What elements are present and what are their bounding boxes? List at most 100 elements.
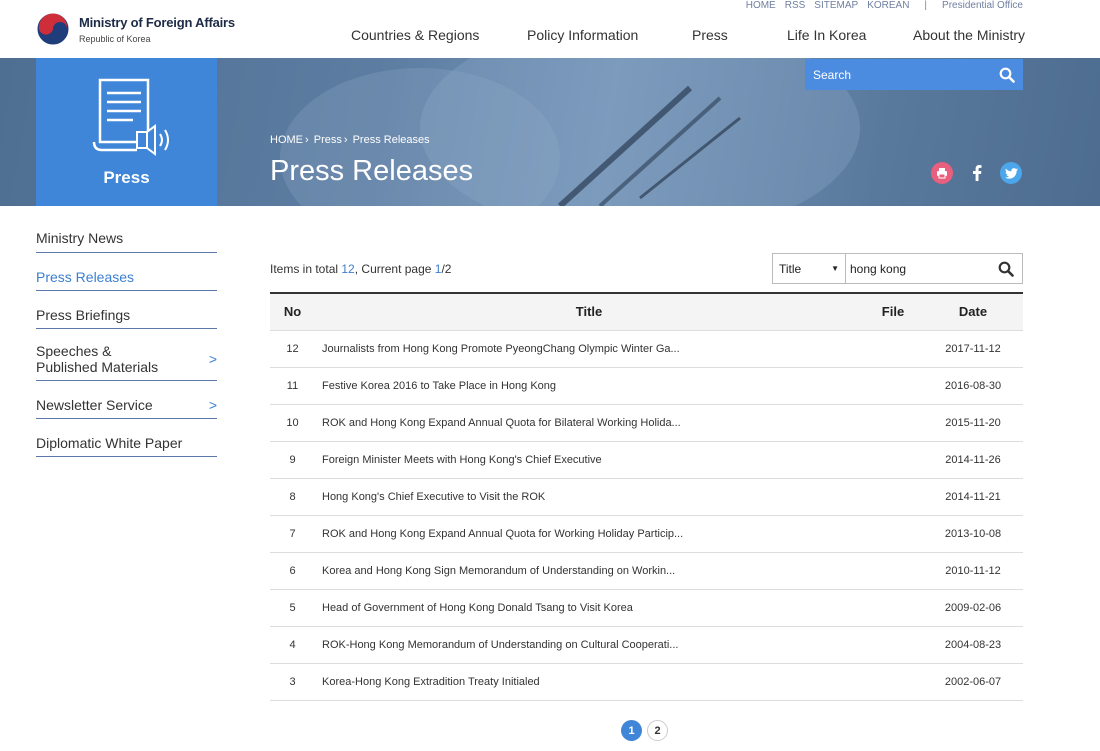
keyword-search-button[interactable] xyxy=(990,254,1022,283)
section-label: Press xyxy=(103,168,150,187)
row-number: 6 xyxy=(270,552,315,590)
util-home-link[interactable]: HOME xyxy=(746,0,776,11)
breadcrumb-current: Press Releases xyxy=(352,134,430,146)
row-title-link[interactable]: ROK-Hong Kong Memorandum of Understandin… xyxy=(315,626,863,664)
print-icon xyxy=(937,168,947,179)
breadcrumb-home[interactable]: HOME xyxy=(270,134,303,146)
list-search-filter: Title ▼ xyxy=(772,253,1023,284)
sidebar-item-press-briefings[interactable]: Press Briefings xyxy=(36,291,217,329)
table-row[interactable]: 6 Korea and Hong Kong Sign Memorandum of … xyxy=(270,552,1023,590)
sidebar-item-newsletter[interactable]: Newsletter Service > xyxy=(36,381,217,419)
column-header-no: No xyxy=(270,293,315,331)
page-1-button[interactable]: 1 xyxy=(621,720,642,741)
sidebar-item-ministry-news[interactable]: Ministry News xyxy=(36,226,217,253)
site-search-box[interactable] xyxy=(805,59,1023,90)
breadcrumb-separator: › xyxy=(343,134,348,146)
column-header-title: Title xyxy=(315,293,863,331)
table-row[interactable]: 11 Festive Korea 2016 to Take Place in Ho… xyxy=(270,367,1023,405)
twitter-icon xyxy=(1004,167,1018,179)
table-row[interactable]: 8 Hong Kong's Chief Executive to Visit th… xyxy=(270,478,1023,516)
list-count-info: Items in total 12, Current page 1/2 xyxy=(270,262,451,276)
row-title-link[interactable]: Journalists from Hong Kong Promote Pyeon… xyxy=(315,330,863,368)
table-row[interactable]: 10 ROK and Hong Kong Expand Annual Quota … xyxy=(270,404,1023,442)
utility-links: HOME RSS SITEMAP KOREAN | Presidential O… xyxy=(746,0,1023,11)
row-number: 10 xyxy=(270,404,315,442)
nav-about-ministry[interactable]: About the Ministry xyxy=(913,27,1025,43)
row-date: 2009-02-06 xyxy=(923,589,1023,627)
row-title-link[interactable]: Foreign Minister Meets with Hong Kong's … xyxy=(315,441,863,479)
search-icon xyxy=(998,261,1014,277)
total-count: 12 xyxy=(341,262,355,276)
row-date: 2004-08-23 xyxy=(923,626,1023,664)
row-number: 3 xyxy=(270,663,315,701)
row-title-link[interactable]: Korea-Hong Kong Extradition Treaty Initi… xyxy=(315,663,863,701)
sidebar-item-label: Press Briefings xyxy=(36,306,131,323)
row-number: 12 xyxy=(270,330,315,368)
sidebar-item-label: Speeches & Published Materials xyxy=(36,342,159,375)
row-title-link[interactable]: Head of Government of Hong Kong Donald T… xyxy=(315,589,863,627)
util-sitemap-link[interactable]: SITEMAP xyxy=(814,0,858,11)
row-date: 2016-08-30 xyxy=(923,367,1023,405)
table-row[interactable]: 3 Korea-Hong Kong Extradition Treaty Init… xyxy=(270,663,1023,701)
page-banner: Press HOME › Press › Press Releases Press … xyxy=(0,58,1100,206)
table-row[interactable]: 9 Foreign Minister Meets with Hong Kong's… xyxy=(270,441,1023,479)
site-search-input[interactable] xyxy=(813,67,973,82)
page-2-button[interactable]: 2 xyxy=(647,720,668,741)
dropdown-arrow-icon: ▼ xyxy=(831,264,839,273)
facebook-icon xyxy=(973,165,982,181)
breadcrumb-press[interactable]: Press xyxy=(314,134,342,146)
sidebar-item-label: Ministry News xyxy=(36,230,124,246)
row-file xyxy=(863,330,923,368)
util-rss-link[interactable]: RSS xyxy=(785,0,806,11)
table-row[interactable]: 5 Head of Government of Hong Kong Donald … xyxy=(270,589,1023,627)
row-number: 7 xyxy=(270,515,315,553)
row-number: 8 xyxy=(270,478,315,516)
main-navigation: Countries & Regions Policy Information P… xyxy=(0,27,1100,47)
search-field-select[interactable]: Title ▼ xyxy=(773,254,846,283)
breadcrumb-separator: › xyxy=(305,134,309,146)
print-button[interactable] xyxy=(931,162,953,184)
row-title-link[interactable]: Hong Kong's Chief Executive to Visit the… xyxy=(315,478,863,516)
keyword-box xyxy=(846,254,990,283)
twitter-share-button[interactable] xyxy=(1000,162,1022,184)
table-row[interactable]: 12 Journalists from Hong Kong Promote Pye… xyxy=(270,330,1023,368)
breadcrumb: HOME › Press › Press Releases xyxy=(270,134,432,146)
row-file xyxy=(863,478,923,516)
keyword-input[interactable] xyxy=(850,261,980,276)
column-header-date: Date xyxy=(923,293,1023,331)
row-title-link[interactable]: Korea and Hong Kong Sign Memorandum of U… xyxy=(315,552,863,590)
row-date: 2010-11-12 xyxy=(923,552,1023,590)
row-file xyxy=(863,663,923,701)
row-number: 5 xyxy=(270,589,315,627)
row-file xyxy=(863,404,923,442)
row-date: 2015-11-20 xyxy=(923,404,1023,442)
sidebar-item-white-paper[interactable]: Diplomatic White Paper xyxy=(36,419,217,457)
pagination: 1 2 xyxy=(621,720,668,741)
util-separator: | xyxy=(924,0,928,11)
sidebar-item-press-releases[interactable]: Press Releases xyxy=(36,253,217,291)
facebook-share-button[interactable] xyxy=(966,162,988,184)
nav-countries-regions[interactable]: Countries & Regions xyxy=(351,27,479,43)
util-korean-link[interactable]: KOREAN xyxy=(867,0,909,11)
sidebar-item-label: Press Releases xyxy=(36,268,135,285)
row-number: 9 xyxy=(270,441,315,479)
nav-policy-information[interactable]: Policy Information xyxy=(527,27,638,43)
row-title-link[interactable]: ROK and Hong Kong Expand Annual Quota fo… xyxy=(315,515,863,553)
sidebar-item-label: Newsletter Service xyxy=(36,396,153,413)
chevron-right-icon: > xyxy=(208,396,217,413)
row-title-link[interactable]: Festive Korea 2016 to Take Place in Hong… xyxy=(315,367,863,405)
row-date: 2002-06-07 xyxy=(923,663,1023,701)
column-header-file: File xyxy=(863,293,923,331)
sidebar-item-speeches[interactable]: Speeches & Published Materials > xyxy=(36,329,217,381)
table-row[interactable]: 4 ROK-Hong Kong Memorandum of Understandi… xyxy=(270,626,1023,664)
search-icon[interactable] xyxy=(999,67,1015,83)
nav-press[interactable]: Press xyxy=(692,27,728,43)
row-file xyxy=(863,515,923,553)
row-title-link[interactable]: ROK and Hong Kong Expand Annual Quota fo… xyxy=(315,404,863,442)
row-file xyxy=(863,441,923,479)
util-presidential-office-link[interactable]: Presidential Office xyxy=(942,0,1023,11)
nav-life-in-korea[interactable]: Life In Korea xyxy=(787,27,866,43)
table-row[interactable]: 7 ROK and Hong Kong Expand Annual Quota f… xyxy=(270,515,1023,553)
row-file xyxy=(863,552,923,590)
row-date: 2017-11-12 xyxy=(923,330,1023,368)
